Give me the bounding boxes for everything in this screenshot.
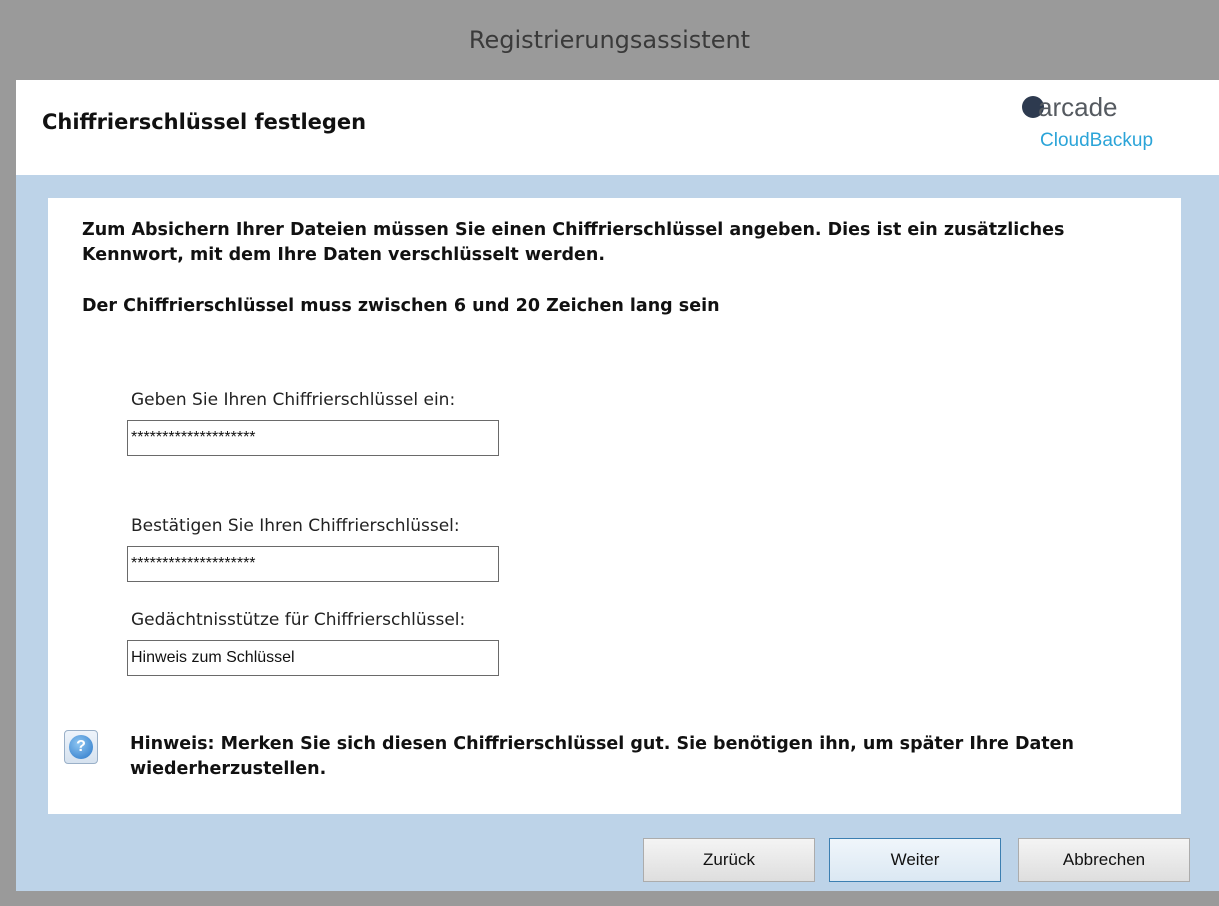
encryption-key-input[interactable] [127, 420, 499, 456]
logo-word: arcade [1038, 92, 1118, 122]
confirm-field-label: Bestätigen Sie Ihren Chiffrierschlüssel: [131, 516, 460, 536]
question-mark-icon: ? [69, 735, 93, 759]
key-hint-input[interactable] [127, 640, 499, 676]
back-button[interactable]: Zurück [643, 838, 815, 882]
hint-field-label: Gedächtnisstütze für Chiffrierschlüssel: [131, 610, 466, 630]
arcade-cloudbackup-logo: arcade CloudBackup [1022, 94, 1212, 154]
length-rule-text: Der Chiffrierschlüssel muss zwischen 6 u… [82, 296, 720, 316]
wizard-header: Chiffrierschlüssel festlegen arcade Clou… [16, 80, 1219, 175]
title-bar[interactable]: Registrierungsassistent [0, 0, 1219, 80]
wizard-window: Registrierungsassistent Chiffrierschlüss… [0, 0, 1219, 906]
wizard-client-area: Chiffrierschlüssel festlegen arcade Clou… [16, 80, 1219, 891]
logo-subtitle: CloudBackup [1040, 130, 1154, 151]
key-field-label: Geben Sie Ihren Chiffrierschlüssel ein: [131, 390, 456, 410]
confirm-key-input[interactable] [127, 546, 499, 582]
content-panel: Zum Absichern Ihrer Dateien müssen Sie e… [48, 198, 1181, 814]
cancel-button[interactable]: Abbrechen [1018, 838, 1190, 882]
intro-text: Zum Absichern Ihrer Dateien müssen Sie e… [82, 220, 1065, 265]
help-icon: ? [64, 730, 98, 764]
next-button[interactable]: Weiter [829, 838, 1001, 882]
logo-wordmark: arcade [1022, 94, 1118, 120]
window-title: Registrierungsassistent [468, 26, 751, 54]
note-text: Hinweis: Merken Sie sich diesen Chiffrie… [130, 734, 1074, 779]
page-title: Chiffrierschlüssel festlegen [42, 110, 367, 134]
